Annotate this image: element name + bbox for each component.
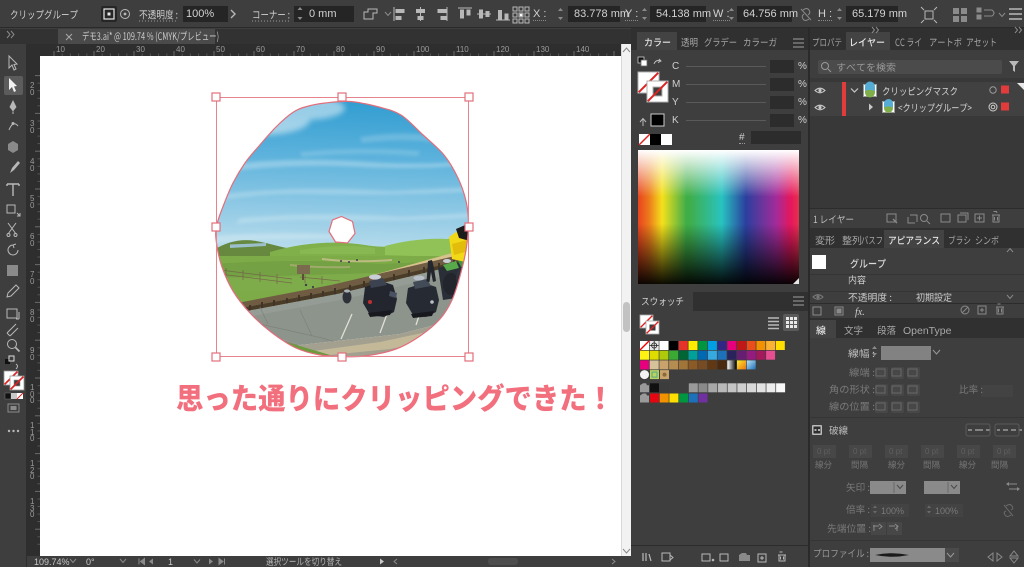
svg-text:100%: 100% xyxy=(881,506,904,516)
svg-text:100%: 100% xyxy=(935,506,958,516)
svg-text:fx.: fx. xyxy=(855,307,865,318)
